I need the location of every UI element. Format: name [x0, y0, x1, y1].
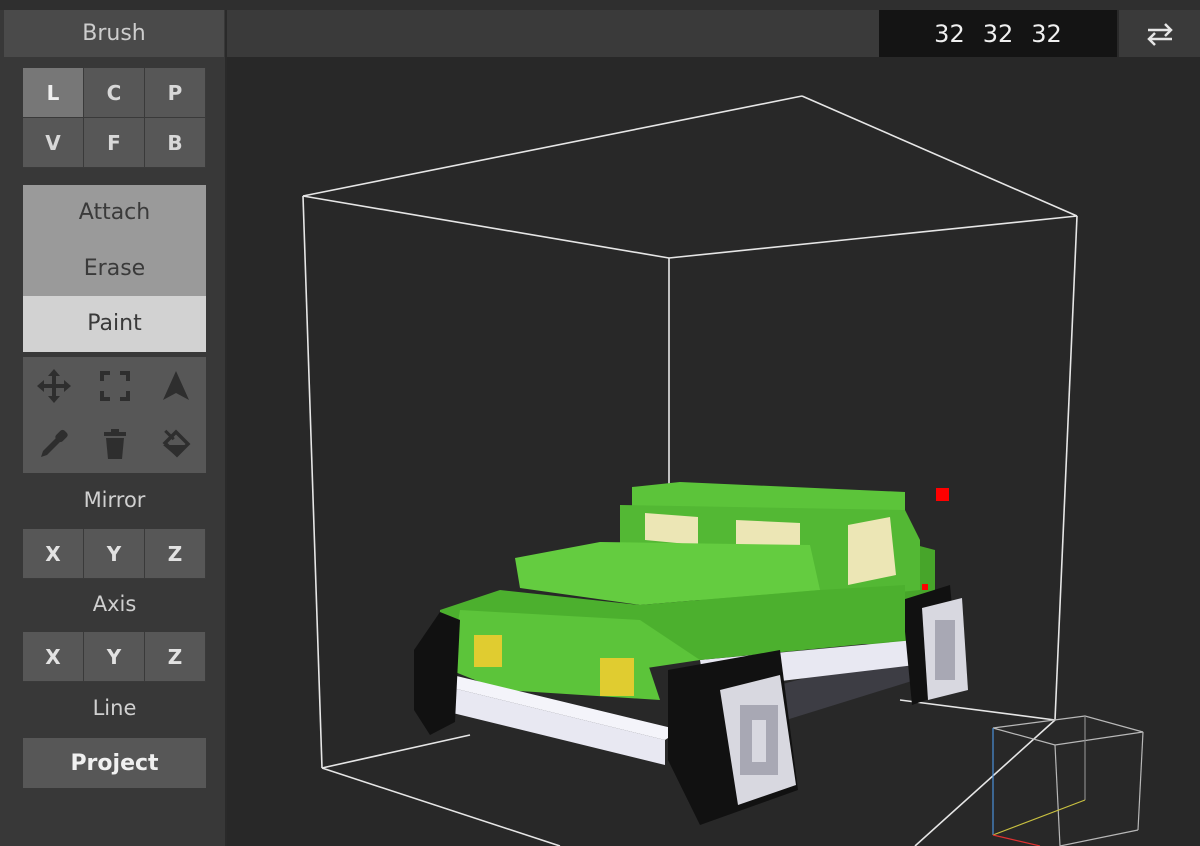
dim-y-value: 32 [982, 19, 1014, 48]
erase-button[interactable]: Erase [23, 240, 206, 296]
select-tool-button[interactable] [84, 357, 145, 415]
3d-viewport[interactable] [227, 57, 1200, 846]
scene-canvas [302, 95, 1144, 846]
paint-bucket-icon [162, 429, 190, 458]
mode-button-v[interactable]: V [23, 118, 84, 168]
tool-grid [23, 357, 206, 473]
mirror-label: Mirror [83, 488, 146, 512]
operation-list: Attach Erase Paint [23, 185, 206, 352]
swap-button[interactable] [1119, 10, 1200, 57]
dimensions-display[interactable]: 32 32 32 [879, 10, 1117, 57]
axis-label: Axis [92, 592, 137, 616]
top-strip [0, 0, 1200, 10]
move-icon [36, 369, 71, 403]
mirror-z-button[interactable]: Z [145, 529, 206, 579]
mode-button-c[interactable]: C [84, 68, 145, 118]
mirror-y-button[interactable]: Y [84, 529, 145, 579]
line-label: Line [92, 696, 137, 720]
fill-tool-button[interactable] [145, 415, 206, 473]
trash-icon [103, 429, 126, 459]
top-toolbar [227, 10, 879, 57]
orientation-cube-icon [992, 715, 1144, 846]
mode-button-p[interactable]: P [145, 68, 206, 118]
attach-button[interactable]: Attach [23, 185, 206, 241]
mirror-x-button[interactable]: X [23, 529, 84, 579]
dim-x-value: 32 [934, 19, 965, 48]
eyedropper-tool-button[interactable] [23, 415, 84, 473]
panel-title: Brush [4, 10, 224, 57]
swap-arrows-icon [1146, 22, 1173, 46]
brush-panel: Brush L C P V F B Attach Erase Paint Mir… [0, 10, 225, 846]
selection-cursor [936, 488, 949, 501]
selection-cursor-small [922, 584, 928, 590]
move-tool-button[interactable] [23, 357, 84, 415]
mirror-axis-grid: X Y Z [23, 529, 206, 579]
navigate-tool-button[interactable] [145, 357, 206, 415]
brush-mode-grid: L C P V F B [23, 68, 206, 168]
navigate-arrow-icon [162, 371, 189, 400]
axis-y-button[interactable]: Y [84, 632, 145, 682]
axis-grid: X Y Z [23, 632, 206, 682]
mode-button-f[interactable]: F [84, 118, 145, 168]
axis-x-button[interactable]: X [23, 632, 84, 682]
dim-z-value: 32 [1031, 19, 1062, 48]
eyedropper-icon [40, 429, 68, 457]
axis-z-button[interactable]: Z [145, 632, 206, 682]
voxel-car-model [414, 482, 968, 825]
mode-button-l[interactable]: L [23, 68, 84, 118]
project-button[interactable]: Project [23, 738, 206, 788]
delete-tool-button[interactable] [84, 415, 145, 473]
select-box-icon [99, 371, 130, 401]
mode-button-b[interactable]: B [145, 118, 206, 168]
paint-button[interactable]: Paint [23, 296, 206, 352]
